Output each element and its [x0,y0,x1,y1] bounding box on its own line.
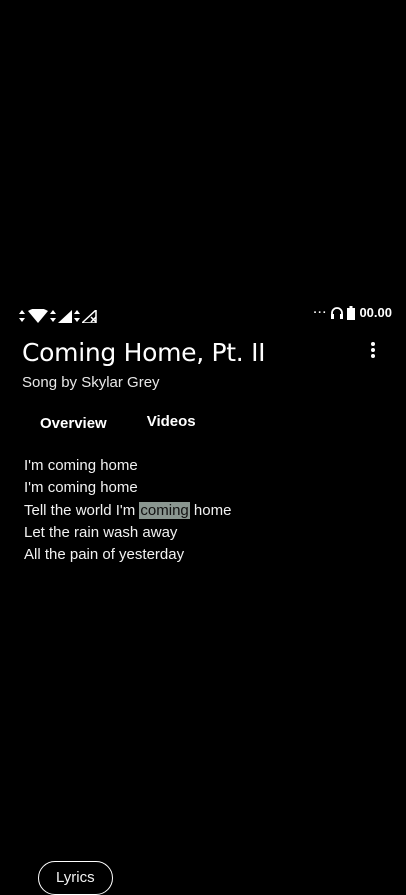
tab-overview[interactable]: Overview [22,406,125,440]
wifi-icon [28,309,48,323]
tab-bar: Overview Lyrics Videos [22,404,218,895]
lyric-segment: Tell the world I'm [24,501,140,519]
lyric-segment: home [189,501,232,519]
signal-arrows-icon [50,310,56,322]
lyric-line: Let the rain wash away [24,523,178,541]
lyric-line: I'm coming home [24,479,138,497]
status-icons-left [18,309,98,323]
signal-arrows-icon [74,310,80,322]
song-title: Coming Home, Pt. II [22,338,266,367]
lyric-line: All the pain of yesterday [24,546,185,564]
tab-lyrics[interactable]: Lyrics [38,861,113,895]
lyrics-text: I'm coming home I'm coming home Tell the… [24,455,231,566]
signal-no-service-icon [82,309,97,323]
signal-icon [58,309,72,323]
more-options-icon[interactable] [366,340,380,360]
data-arrows-icon [19,310,25,322]
status-overflow: ··· [313,306,328,319]
headphones-icon [331,306,344,319]
tab-videos[interactable]: Videos [125,404,218,438]
lyric-highlighted-word: coming [139,501,190,519]
status-icons-right: ··· 00.00 [313,305,392,320]
song-subtitle: Song by Skylar Grey [22,374,160,391]
lyric-line: Tell the world I'm coming home [24,500,231,522]
lyric-line: I'm coming home [24,457,138,474]
status-bar: ··· 00.00 [0,305,406,327]
status-time: 00.00 [359,305,392,320]
battery-icon [347,305,356,320]
